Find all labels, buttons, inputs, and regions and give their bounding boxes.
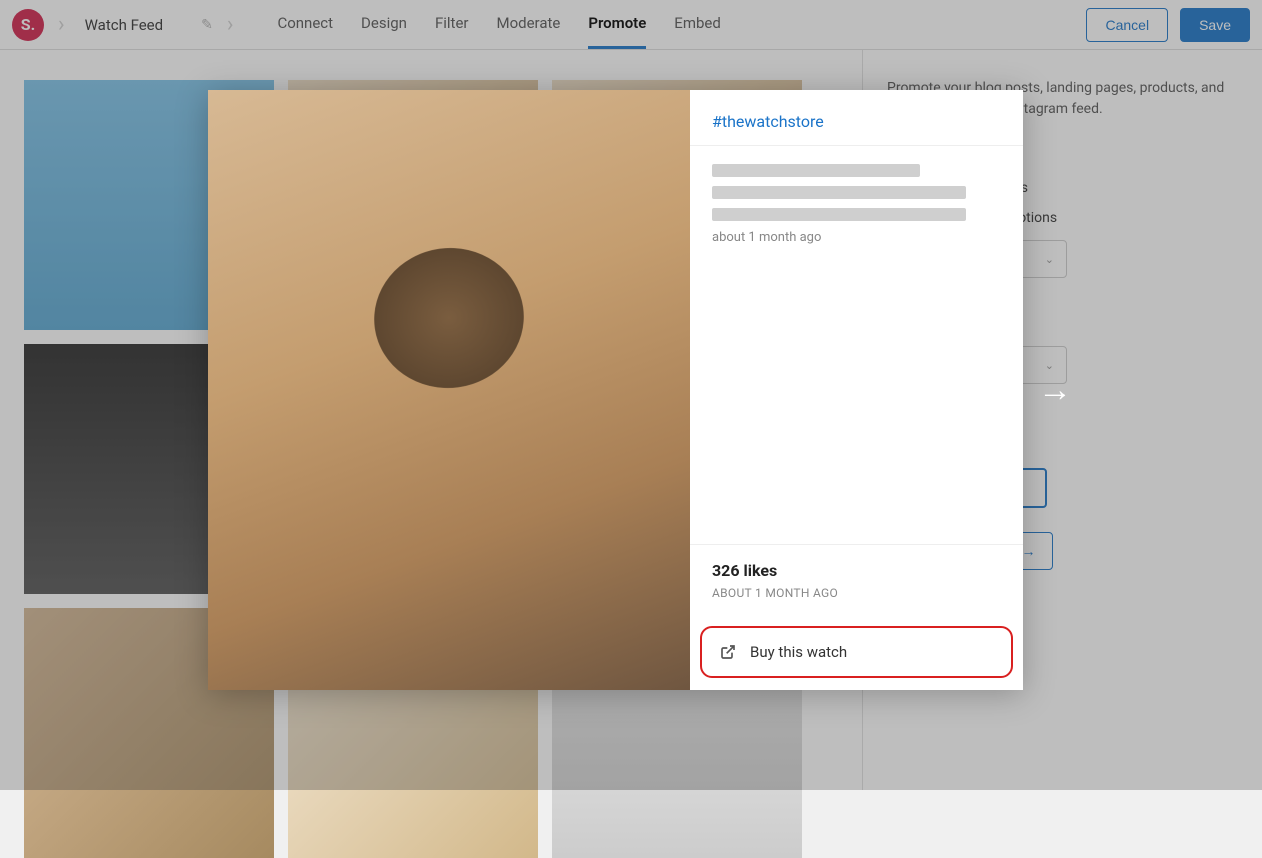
caption-placeholder: [712, 186, 966, 199]
cta-label: Buy this watch: [750, 643, 847, 661]
buy-cta-button[interactable]: Buy this watch: [700, 626, 1013, 678]
post-image: [208, 90, 690, 690]
post-time-ago: about 1 month ago: [712, 230, 1001, 245]
post-modal: #thewatchstore about 1 month ago 326 lik…: [208, 90, 1023, 690]
likes-time: ABOUT 1 MONTH AGO: [712, 586, 1001, 600]
post-caption: about 1 month ago: [690, 146, 1023, 263]
arrow-annotation-icon: →: [1038, 370, 1072, 410]
post-details: #thewatchstore about 1 month ago 326 lik…: [690, 90, 1023, 690]
post-hashtag[interactable]: #thewatchstore: [690, 90, 1023, 146]
external-link-icon: [720, 644, 736, 660]
likes-block: 326 likes ABOUT 1 MONTH AGO: [690, 544, 1023, 616]
caption-placeholder: [712, 208, 966, 221]
likes-count: 326 likes: [712, 561, 1001, 580]
caption-placeholder: [712, 164, 920, 177]
